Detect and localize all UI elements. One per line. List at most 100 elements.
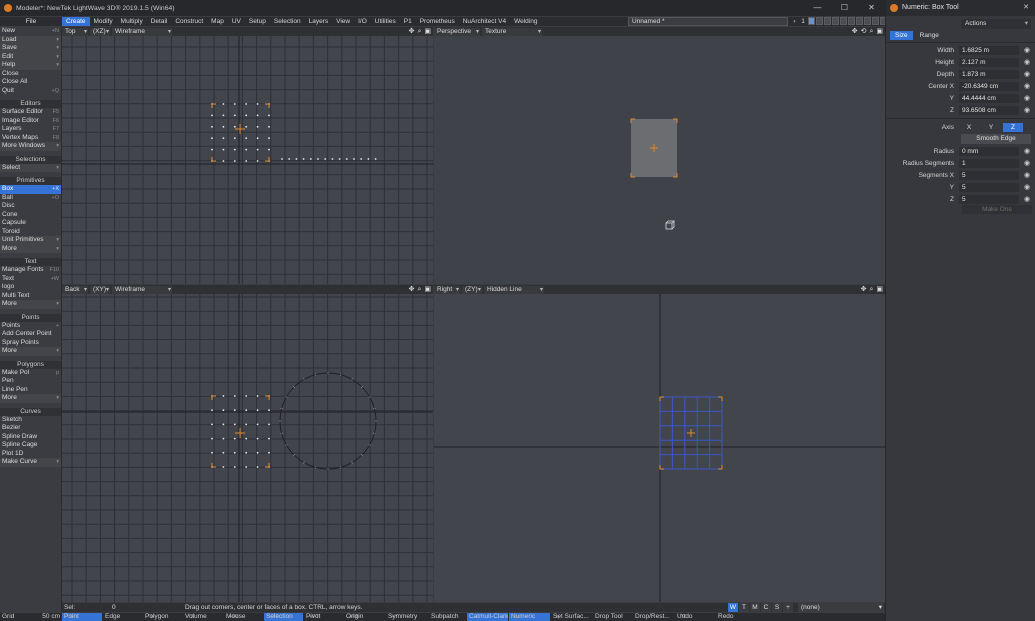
toggle-selection[interactable]: Selection +F6 (264, 613, 303, 621)
editors-item-surface-editor[interactable]: Surface Editor F5 (0, 108, 61, 117)
text-item-more[interactable]: More ▾ (0, 300, 61, 309)
points-item-points[interactable]: Points + (0, 322, 61, 331)
axis-select[interactable]: (XY) (90, 285, 110, 294)
eye-icon[interactable]: ◉ (1022, 94, 1032, 102)
corner-handle[interactable] (659, 396, 664, 401)
primitives-item-toroid[interactable]: Toroid (0, 228, 61, 237)
file-item-close[interactable]: Close (0, 70, 61, 79)
layer-slot[interactable] (856, 17, 863, 25)
curves-item-bezier[interactable]: Bezier (0, 424, 61, 433)
primitives-item-box[interactable]: Box +X (0, 185, 61, 194)
eye-icon[interactable]: ◉ (1022, 58, 1032, 66)
viewport-back-canvas[interactable] (62, 294, 433, 602)
maximize-view-icon[interactable]: ▣ (424, 27, 431, 36)
toggle-pivot[interactable]: Pivot +F7 (304, 613, 343, 621)
viewport-perspective[interactable]: Perspective Texture ✥ ⟲ ⌕ ▣ (434, 27, 885, 284)
text-item-manage-fonts[interactable]: Manage Fonts F10 (0, 266, 61, 275)
mode-c-button[interactable]: C (761, 603, 771, 612)
viewport-top[interactable]: Top (XZ) Wireframe ✥ ⌕ ▣ (62, 27, 433, 284)
toggle-mouse[interactable]: Mouse +F6 (224, 613, 263, 621)
render-mode-select[interactable]: Wireframe (112, 27, 172, 36)
menu-uv[interactable]: UV (228, 17, 245, 26)
polygons-item-pen[interactable]: Pen (0, 377, 61, 386)
editors-item-layers[interactable]: Layers F7 (0, 125, 61, 134)
segments-x-input[interactable]: 5 (959, 170, 1019, 180)
view-select[interactable]: Top (62, 27, 88, 36)
menu-layers[interactable]: Layers (305, 17, 333, 26)
layer-slot[interactable] (872, 17, 879, 25)
toggle-point[interactable]: Point ^G (62, 613, 102, 621)
toggle-symmetry[interactable]: Symmetry +Y (386, 613, 428, 621)
mode-w-button[interactable]: W (728, 603, 738, 612)
zoom-view-icon[interactable]: ⌕ (417, 27, 421, 36)
center-handle[interactable] (687, 429, 695, 437)
editors-item-image-editor[interactable]: Image Editor F6 (0, 117, 61, 126)
vertex-map-select[interactable]: (none) (798, 603, 884, 612)
polygons-item-more[interactable]: More ▾ (0, 394, 61, 403)
menu-welding[interactable]: Welding (510, 17, 541, 26)
maximize-view-icon[interactable]: ▣ (876, 285, 883, 294)
mode-s-button[interactable]: S (772, 603, 782, 612)
layer-next-icon[interactable]: › (790, 17, 799, 26)
toggle-volume[interactable]: Volume ^J (183, 613, 223, 621)
viewport-top-canvas[interactable] (62, 36, 433, 284)
radius-segments-input[interactable]: 1 (959, 158, 1019, 168)
menu-view[interactable]: View (332, 17, 354, 26)
menu-selection[interactable]: Selection (270, 17, 305, 26)
primitives-item-unit-primitives[interactable]: Unit Primitives ▾ (0, 236, 61, 245)
text-item-logo[interactable]: logo (0, 283, 61, 292)
primitives-item-cone[interactable]: Cone (0, 211, 61, 220)
curves-item-make-curve[interactable]: Make Curve ▾ (0, 458, 61, 467)
curves-item-spline-cage[interactable]: Spline Cage (0, 441, 61, 450)
axis-x-option[interactable]: X (959, 123, 979, 132)
eye-icon[interactable]: ◉ (1022, 46, 1032, 54)
toggle-numeric[interactable]: Numeric n (509, 613, 550, 621)
corner-handle[interactable] (718, 396, 723, 401)
viewport-back[interactable]: Back (XY) Wireframe ✥ ⌕ ▣ (62, 285, 433, 602)
axis-z-option[interactable]: Z (1003, 122, 1023, 132)
curves-item-spline-draw[interactable]: Spline Draw (0, 433, 61, 442)
toggle-drop-rest[interactable]: Drop/Rest... (633, 613, 674, 621)
menu-multiply[interactable]: Multiply (117, 17, 147, 26)
polygons-item-make-pol[interactable]: Make Pol p (0, 369, 61, 378)
eye-icon[interactable]: ◉ (1022, 106, 1032, 114)
render-mode-select[interactable]: Wireframe (112, 285, 172, 294)
primitives-item-disc[interactable]: Disc (0, 202, 61, 211)
center-x-input[interactable]: -20.6349 cm (959, 81, 1019, 91)
viewport-right[interactable]: Right (ZY) Hidden Line ✥ ⌕ ▣ (434, 285, 885, 602)
toggle-drop-tool[interactable]: Drop Tool (593, 613, 632, 621)
view-select[interactable]: Perspective (434, 27, 480, 36)
file-item-quit[interactable]: Quit +Q (0, 87, 61, 96)
view-select[interactable]: Right (434, 285, 460, 294)
viewport-perspective-canvas[interactable] (434, 36, 885, 284)
menu-setup[interactable]: Setup (245, 17, 270, 26)
rotate-view-icon[interactable]: ⟲ (861, 27, 867, 36)
layer-slot[interactable] (848, 17, 855, 25)
move-view-icon[interactable]: ✥ (861, 285, 867, 294)
maximize-view-icon[interactable]: ▣ (424, 285, 431, 294)
menu-prometheus[interactable]: Prometheus (416, 17, 459, 26)
corner-handle[interactable] (718, 465, 723, 470)
corner-handle[interactable] (659, 465, 664, 470)
z-input[interactable]: 93.6508 cm (959, 105, 1019, 115)
view-select[interactable]: Back (62, 285, 88, 294)
polygons-item-line-pen[interactable]: Line Pen (0, 386, 61, 395)
width-input[interactable]: 1.6825 m (959, 45, 1019, 55)
smooth-edge-button[interactable]: Smooth Edge (961, 134, 1031, 144)
eye-icon[interactable]: ◉ (1022, 171, 1032, 179)
layer-slot[interactable] (824, 17, 831, 25)
axis-select[interactable]: (XZ) (90, 27, 110, 36)
zoom-view-icon[interactable]: ⌕ (417, 285, 421, 294)
viewport-right-canvas[interactable] (434, 294, 885, 602)
maximize-button[interactable]: ☐ (831, 0, 858, 16)
tab-range[interactable]: Range (915, 31, 944, 40)
y-input[interactable]: 44.4444 cm (959, 93, 1019, 103)
text-item-multi-text[interactable]: Multi Text (0, 292, 61, 301)
eye-icon[interactable]: ◉ (1022, 147, 1032, 155)
eye-icon[interactable]: ◉ (1022, 195, 1032, 203)
y-input[interactable]: 5 (959, 182, 1019, 192)
toggle-undo[interactable]: Undo ^Z (675, 613, 715, 621)
toggle-catmull-clark[interactable]: Catmull-Clark (467, 613, 508, 621)
layer-slot[interactable] (808, 17, 815, 25)
menu-nuarchitect-v4[interactable]: NuArchitect V4 (459, 17, 510, 26)
